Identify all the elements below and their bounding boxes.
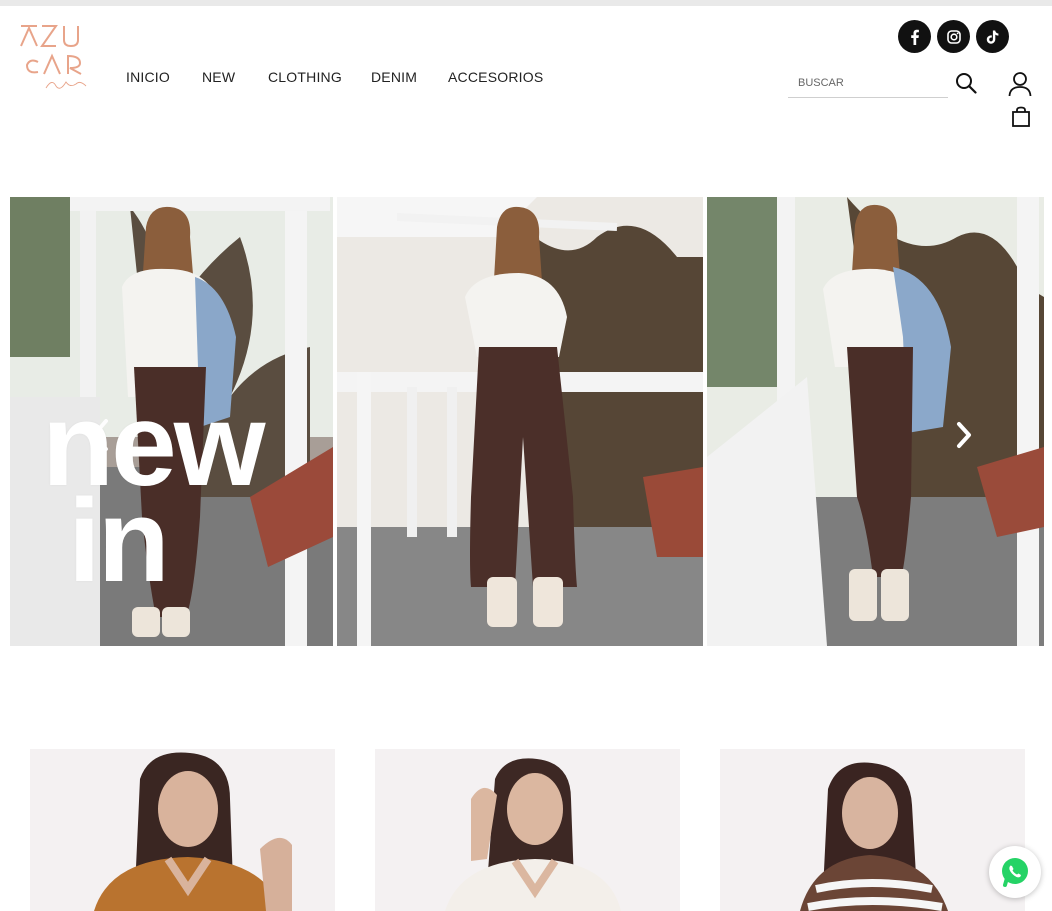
hero-photo-3 (707, 197, 1044, 646)
social-links (898, 20, 1009, 53)
user-icon[interactable] (1008, 71, 1032, 97)
hero-banner[interactable]: new in (10, 197, 1044, 646)
nav-item-denim[interactable]: DENIM (371, 69, 417, 85)
search-icon[interactable] (955, 72, 977, 94)
nav-item-accesorios[interactable]: ACCESORIOS (448, 69, 543, 85)
product-image (375, 749, 680, 911)
chevron-left-icon[interactable] (88, 417, 112, 453)
product-image (30, 749, 335, 911)
nav-item-inicio[interactable]: INICIO (126, 69, 170, 85)
product-image (720, 749, 1025, 911)
product-card[interactable] (375, 749, 680, 911)
brand-logo[interactable] (18, 22, 94, 98)
instagram-icon[interactable] (937, 20, 970, 53)
hero-headline: new in (42, 386, 265, 600)
search-field (788, 70, 948, 98)
shopping-bag-icon[interactable] (1010, 106, 1032, 128)
top-strip (0, 0, 1052, 6)
nav-item-clothing[interactable]: CLOTHING (268, 69, 342, 85)
chevron-right-icon[interactable] (952, 419, 976, 451)
brand-logo-mark (20, 25, 87, 89)
product-card[interactable] (30, 749, 335, 911)
nav-item-new[interactable]: NEW (202, 69, 235, 85)
tiktok-icon[interactable] (976, 20, 1009, 53)
whatsapp-icon (1002, 858, 1028, 887)
product-card[interactable] (720, 749, 1025, 911)
search-input[interactable] (788, 70, 948, 96)
facebook-icon[interactable] (898, 20, 931, 53)
hero-photo-2 (337, 197, 703, 646)
whatsapp-button[interactable] (989, 846, 1041, 898)
